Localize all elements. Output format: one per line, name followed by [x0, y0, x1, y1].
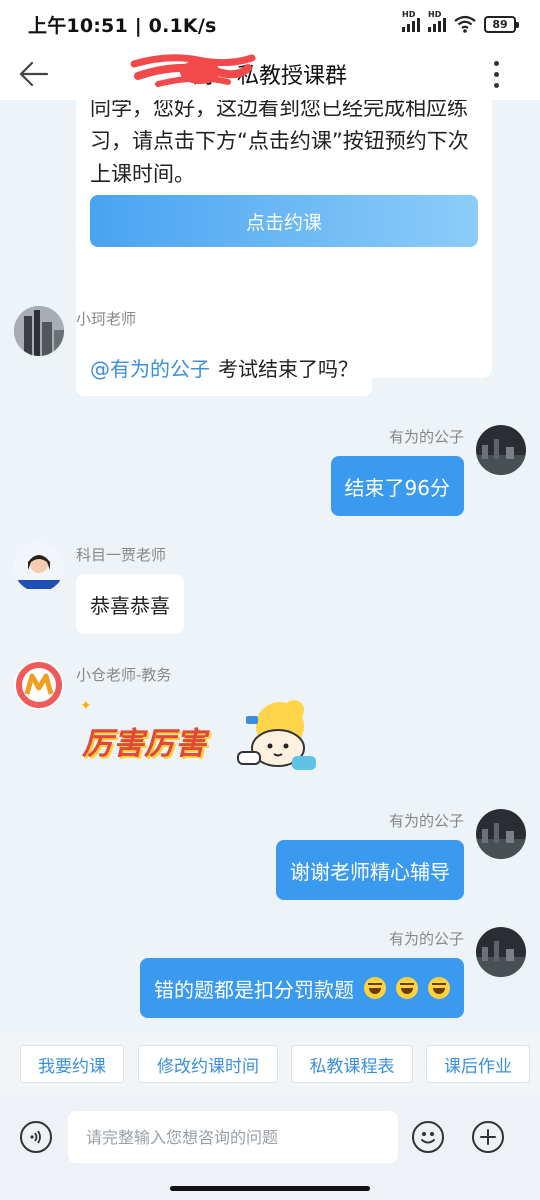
- message-input[interactable]: [68, 1111, 398, 1163]
- message-text: 恭喜恭喜: [90, 593, 170, 618]
- avatar[interactable]: [476, 425, 526, 475]
- card-text: 同学，您好，这边看到您已经完成相应练习，请点击下方“点击约课”按钮预约下次上课时…: [90, 100, 469, 186]
- grinning-emoji-icon: [428, 977, 450, 999]
- avatar[interactable]: [14, 306, 64, 356]
- message-bubble[interactable]: 结束了96分: [330, 456, 464, 516]
- status-bar: 上午10:51 | 0.1K/s HD HD 89: [0, 0, 540, 48]
- sender-name: 小仓老师-教务: [76, 666, 172, 684]
- dot-icon: [493, 82, 499, 88]
- message-bubble[interactable]: 恭喜恭喜: [76, 574, 184, 634]
- quick-actions-bar: 我要约课 修改约课时间 私教课程表 课后作业: [0, 1033, 540, 1095]
- status-time: 上午10:51 | 0.1K/s: [28, 14, 217, 37]
- booking-card: 同学，您好，这边看到您已经完成相应练习，请点击下方“点击约课”按钮预约下次上课时…: [76, 100, 492, 378]
- message-bubble[interactable]: @有为的公子 考试结束了吗？: [76, 338, 372, 396]
- chat-header: 对一私教授课群: [0, 48, 540, 100]
- sender-name: 有为的公子: [388, 930, 464, 948]
- avatar[interactable]: [476, 927, 526, 977]
- quick-action-reschedule[interactable]: 修改约课时间: [138, 1045, 278, 1083]
- quick-action-homework[interactable]: 课后作业: [426, 1045, 530, 1083]
- avatar[interactable]: [476, 809, 526, 859]
- message-text: 错的题都是扣分罚款题: [154, 977, 354, 1002]
- sender-name: 小珂老师: [76, 310, 137, 328]
- sender-name: 有为的公子: [388, 812, 464, 830]
- more-options-button[interactable]: [476, 54, 516, 94]
- message-bubble[interactable]: 错的题都是扣分罚款题: [140, 958, 464, 1018]
- mention-link[interactable]: @有为的公子: [90, 353, 210, 382]
- sticker-text: 厉害厉害: [82, 726, 206, 762]
- sender-name: 有为的公子: [388, 428, 464, 446]
- sender-name: 科目一贾老师: [76, 546, 167, 564]
- wifi-icon: [454, 15, 476, 33]
- chat-area[interactable]: 同学，您好，这边看到您已经完成相应练习，请点击下方“点击约课”按钮预约下次上课时…: [0, 100, 540, 1033]
- plus-icon: [480, 1129, 496, 1145]
- quick-action-schedule[interactable]: 私教课程表: [291, 1045, 413, 1083]
- voice-input-button[interactable]: [20, 1121, 52, 1153]
- message-text: 考试结束了吗？: [218, 356, 358, 381]
- add-attachment-button[interactable]: [472, 1121, 504, 1153]
- grinning-emoji-icon: [396, 977, 418, 999]
- cartoon-character-icon: [237, 700, 316, 770]
- grinning-emoji-icon: [364, 977, 386, 999]
- avatar[interactable]: [14, 542, 64, 592]
- message-text: 谢谢老师精心辅导: [290, 859, 450, 884]
- signal-icon-2: HD: [428, 10, 446, 32]
- back-button[interactable]: [14, 54, 54, 94]
- avatar[interactable]: [14, 660, 64, 710]
- battery-icon: 89: [484, 15, 519, 33]
- redaction-scribble: [130, 54, 256, 87]
- dot-icon: [493, 60, 499, 66]
- smile-icon: [421, 1132, 435, 1144]
- input-bar: [0, 1095, 540, 1200]
- dot-icon: [493, 71, 499, 77]
- message-bubble[interactable]: 谢谢老师精心辅导: [276, 840, 464, 900]
- arrow-left-icon: [19, 61, 49, 87]
- emoji-button[interactable]: [412, 1121, 444, 1153]
- signal-icon: HD: [402, 10, 420, 32]
- book-class-button[interactable]: 点击约课: [90, 195, 478, 247]
- status-icons: HD HD 89: [402, 10, 519, 33]
- sparkle-icon: ✦: [80, 698, 92, 714]
- home-indicator[interactable]: [170, 1186, 370, 1191]
- voice-icon: [30, 1130, 41, 1144]
- message-text: 结束了96分: [344, 475, 450, 500]
- quick-action-book-class[interactable]: 我要约课: [20, 1045, 124, 1083]
- sticker-message[interactable]: ✦ 厉害厉害: [76, 696, 326, 780]
